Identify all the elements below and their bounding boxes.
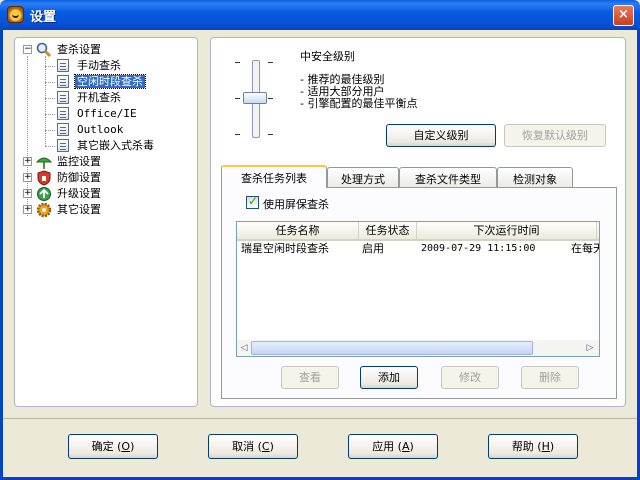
- tab-handling-method[interactable]: 处理方式: [327, 167, 399, 187]
- task-row-schedule[interactable]: 在每天: [571, 241, 599, 256]
- slider-tick: [268, 134, 273, 135]
- tree-item-label: 手动查杀: [77, 59, 121, 72]
- bottom-separator: [3, 418, 637, 419]
- tree-item-label: Outlook: [77, 123, 124, 136]
- globe-upgrade-icon: [36, 186, 52, 202]
- document-icon: [57, 75, 69, 88]
- task-list-view[interactable]: 任务名称 任务状态 下次运行时间 任 瑞星空闲时段查杀 启用 2009-07-2…: [236, 221, 600, 357]
- security-level-desc: - 引擎配置的最佳平衡点: [300, 97, 418, 110]
- cancel-label: 取消: [232, 440, 255, 453]
- scroll-left-arrow-icon[interactable]: ◁: [237, 341, 251, 355]
- help-button[interactable]: 帮助 (H): [488, 434, 578, 459]
- security-level-slider-thumb[interactable]: [243, 92, 267, 104]
- apply-label: 应用: [372, 440, 395, 453]
- tree-expander[interactable]: +: [23, 173, 32, 182]
- help-label: 帮助: [511, 440, 534, 453]
- close-button[interactable]: ×: [613, 5, 634, 26]
- task-row-next-run[interactable]: 2009-07-29 11:15:00: [421, 241, 535, 256]
- column-header-schedule[interactable]: 任: [597, 222, 599, 239]
- tree-expander[interactable]: +: [23, 205, 32, 214]
- magnifier-scan-icon: [36, 42, 52, 58]
- gear-other-icon: [36, 202, 52, 218]
- document-icon: [57, 107, 69, 120]
- tree-item-label: Office/IE: [77, 107, 137, 120]
- screensaver-scan-checkbox[interactable]: [246, 194, 259, 209]
- task-row-status[interactable]: 启用: [362, 241, 384, 256]
- modify-task-button[interactable]: 修改: [441, 366, 499, 389]
- help-accel: H: [541, 440, 550, 453]
- tree-item-label: 监控设置: [57, 155, 101, 168]
- tree-expander[interactable]: +: [23, 189, 32, 198]
- task-list-header: 任务名称 任务状态 下次运行时间 任: [237, 222, 599, 241]
- document-icon: [57, 139, 69, 152]
- slider-tick: [235, 134, 240, 135]
- umbrella-monitor-icon: [35, 154, 53, 170]
- document-icon: [57, 59, 69, 72]
- slider-tick: [268, 98, 273, 99]
- task-row-name[interactable]: 瑞星空闲时段查杀: [241, 241, 329, 256]
- apply-accel: A: [401, 440, 410, 453]
- tab-scan-objects[interactable]: 检测对象: [497, 167, 573, 187]
- horizontal-scrollbar[interactable]: ◁ ▷: [237, 340, 599, 356]
- scrollbar-thumb[interactable]: [251, 341, 533, 355]
- tab-file-types[interactable]: 查杀文件类型: [399, 167, 497, 187]
- tree-item-label: 查杀设置: [57, 43, 101, 56]
- view-task-button[interactable]: 查看: [281, 366, 339, 389]
- cancel-accel: C: [261, 440, 270, 453]
- slider-tick: [268, 62, 273, 63]
- tree-expander[interactable]: +: [23, 157, 32, 166]
- ok-button[interactable]: 确定 (O): [68, 434, 158, 459]
- document-icon: [57, 91, 69, 104]
- shield-defense-icon: [36, 170, 52, 186]
- column-header-task-status[interactable]: 任务状态: [359, 222, 417, 239]
- ruixing-lion-icon: [7, 6, 24, 23]
- add-task-button[interactable]: 添加: [360, 366, 418, 389]
- tree-item-label: 其它嵌入式杀毒: [77, 139, 154, 152]
- title-bar[interactable]: 设置 ×: [0, 0, 640, 30]
- slider-tick: [235, 62, 240, 63]
- ok-label: 确定: [91, 440, 114, 453]
- apply-button[interactable]: 应用 (A): [348, 434, 438, 459]
- tree-item-label: 空闲时段查杀: [74, 74, 146, 89]
- security-level-title: 中安全级别: [300, 50, 355, 63]
- cancel-button[interactable]: 取消 (C): [208, 434, 298, 459]
- tree-item-label: 开机查杀: [77, 91, 121, 104]
- window-title: 设置: [30, 10, 57, 25]
- document-icon: [57, 123, 69, 136]
- tab-task-list[interactable]: 查杀任务列表: [221, 165, 327, 188]
- column-header-task-name[interactable]: 任务名称: [237, 222, 359, 239]
- settings-tree-panel: − 查杀设置 手动查杀 空闲时段查杀 开机查杀 Office/IE Outloo…: [14, 37, 198, 407]
- tree-item-label: 其它设置: [57, 203, 101, 216]
- tree-connector: [45, 56, 46, 146]
- restore-default-level-button[interactable]: 恢复默认级别: [504, 124, 606, 147]
- tree-expander[interactable]: −: [23, 45, 32, 54]
- slider-tick: [235, 98, 240, 99]
- screensaver-scan-label[interactable]: 使用屏保查杀: [263, 196, 329, 212]
- delete-task-button[interactable]: 删除: [521, 366, 579, 389]
- ok-accel: O: [121, 440, 131, 453]
- custom-level-button[interactable]: 自定义级别: [386, 124, 496, 147]
- scroll-right-arrow-icon[interactable]: ▷: [583, 341, 597, 355]
- tree-item-label: 防御设置: [57, 171, 101, 184]
- column-header-next-run[interactable]: 下次运行时间: [417, 222, 597, 239]
- tree-item-label: 升级设置: [57, 187, 101, 200]
